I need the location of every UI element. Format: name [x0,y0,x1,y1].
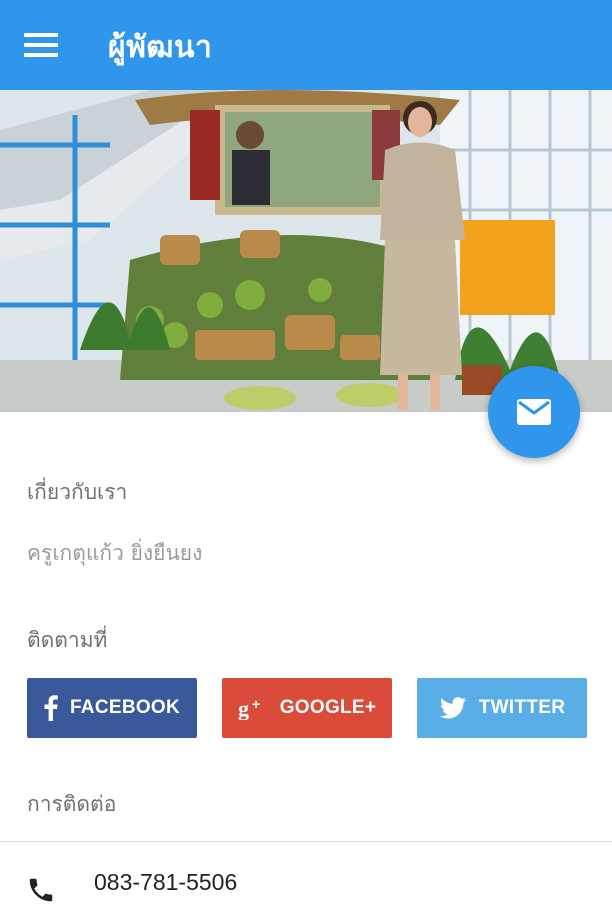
twitter-button-label: TWITTER [478,697,566,718]
facebook-icon [44,695,58,721]
hamburger-menu-icon[interactable] [24,30,58,60]
facebook-button[interactable]: FACEBOOK [27,678,197,738]
twitter-button[interactable]: TWITTER [417,678,587,738]
google-plus-icon: g + [238,696,268,720]
mail-fab-button[interactable] [488,366,580,458]
google-plus-button-label: GOOGLE+ [279,697,377,718]
follow-section-label: ติดตามที่ [27,628,108,652]
google-plus-button[interactable]: g + GOOGLE+ [222,678,392,738]
phone-contact-row[interactable]: 083-781-5506 [0,855,612,902]
phone-icon [26,875,56,909]
mail-icon [517,399,551,425]
divider [0,841,612,842]
hero-illustration [0,90,612,412]
hero-photo [0,90,612,412]
about-author-name: ครูเกตุแก้ว ยิ่งยืนยง [27,541,203,565]
facebook-button-label: FACEBOOK [69,697,181,718]
page-title: ผู้พัฒนา [108,30,213,65]
svg-text:g: g [238,696,249,720]
twitter-icon [439,697,467,719]
contact-section-label: การติดต่อ [27,792,117,816]
svg-text:+: + [252,696,260,712]
app-bar: ผู้พัฒนา [0,0,612,90]
phone-number: 083-781-5506 [94,869,238,895]
about-section-label: เกี่ยวกับเรา [27,480,128,504]
